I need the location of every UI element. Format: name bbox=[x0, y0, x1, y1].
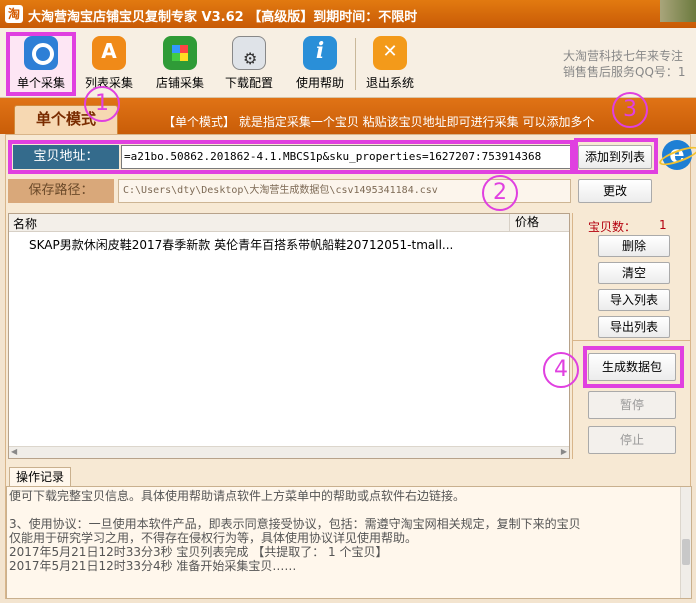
toolbar-label: 退出系统 bbox=[365, 76, 414, 90]
annotation-marker-3: 3 bbox=[612, 92, 648, 128]
table-header: 名称 价格 bbox=[9, 214, 569, 232]
list-collect-icon bbox=[92, 36, 126, 70]
toolbar-label: 使用帮助 bbox=[295, 76, 344, 90]
title-corner-image bbox=[660, 0, 696, 22]
side-panel-divider bbox=[572, 340, 690, 341]
promo-line-2: 销售售后服务QQ号：1 bbox=[563, 65, 686, 79]
toolbar-shop-collect-button[interactable]: 店铺采集 bbox=[147, 34, 213, 94]
toolbar-exit-button[interactable]: 退出系统 bbox=[357, 34, 423, 94]
horizontal-scrollbar[interactable]: ◀ ▶ bbox=[9, 446, 569, 458]
row-item-name: SKAP男款休闲皮鞋2017春季新款 英伦青年百搭系带帆船鞋20712051-t… bbox=[29, 238, 454, 252]
stop-button[interactable]: 停止 bbox=[588, 426, 676, 454]
magnifier-icon bbox=[24, 36, 58, 70]
item-count-value: 1 bbox=[659, 218, 667, 232]
log-line: 2017年5月21日12时33分4秒 准备开始采集宝贝…… bbox=[9, 559, 297, 573]
table-row[interactable]: SKAP男款休闲皮鞋2017春季新款 英伦青年百搭系带帆船鞋20712051-t… bbox=[9, 234, 569, 252]
annotation-marker-4: 4 bbox=[543, 352, 579, 388]
annotation-marker-2: 2 bbox=[482, 175, 518, 211]
toolbar-download-config-button[interactable]: 下载配置 bbox=[216, 34, 282, 94]
log-line: 2017年5月21日12时33分3秒 宝贝列表完成 【共提取了： 1 个宝贝】 bbox=[9, 545, 388, 559]
item-count-label: 宝贝数： bbox=[588, 220, 637, 234]
scroll-right-icon[interactable]: ▶ bbox=[561, 447, 567, 456]
mode-description: 【单个模式】 就是指定采集一个宝贝 粘贴该宝贝地址即可进行采集 可以添加多个 bbox=[163, 115, 595, 129]
promo-text: 大淘营科技七年来专注 销售售后服务QQ号：1 bbox=[563, 48, 686, 80]
promo-line-1: 大淘营科技七年来专注 bbox=[563, 49, 684, 63]
log-vertical-scrollbar[interactable] bbox=[680, 487, 691, 598]
item-table: 名称 价格 SKAP男款休闲皮鞋2017春季新款 英伦青年百搭系带帆船鞋2071… bbox=[8, 213, 570, 459]
column-header-price[interactable]: 价格 bbox=[509, 214, 569, 231]
url-label: 宝贝地址： bbox=[13, 145, 119, 169]
shop-icon bbox=[163, 36, 197, 70]
import-list-button[interactable]: 导入列表 bbox=[598, 289, 670, 311]
toolbar-single-collect-button[interactable]: 单个采集 bbox=[6, 32, 76, 96]
exit-icon bbox=[373, 36, 407, 70]
generate-package-button[interactable]: 生成数据包 bbox=[588, 353, 676, 381]
change-path-button[interactable]: 更改 bbox=[578, 179, 652, 203]
toolbar-label: 下载配置 bbox=[224, 76, 273, 90]
toolbar-label: 单个采集 bbox=[16, 76, 65, 90]
add-to-list-button[interactable]: 添加到列表 bbox=[578, 145, 652, 169]
column-header-name[interactable]: 名称 bbox=[13, 215, 37, 232]
save-path-label: 保存路径： bbox=[8, 179, 114, 203]
pause-button[interactable]: 暂停 bbox=[588, 391, 676, 419]
annotation-marker-1: 1 bbox=[84, 86, 120, 122]
tab-operation-log[interactable]: 操作记录 bbox=[9, 467, 71, 487]
log-line: 仅能用于研究学习之用，不得存在侵权行为等，具体使用协议详见使用帮助。 bbox=[9, 531, 418, 545]
window-title: 大淘营淘宝店铺宝贝复制专家 V3.62 【高级版】到期时间：不限时 bbox=[28, 10, 418, 25]
delete-button[interactable]: 删除 bbox=[598, 235, 670, 257]
title-bar: 淘 大淘营淘宝店铺宝贝复制专家 V3.62 【高级版】到期时间：不限时 bbox=[0, 0, 696, 28]
scrollbar-thumb[interactable] bbox=[682, 539, 690, 565]
app-logo-icon: 淘 bbox=[5, 5, 23, 23]
scroll-left-icon[interactable]: ◀ bbox=[11, 447, 17, 456]
toolbar-divider bbox=[355, 38, 356, 90]
browser-ie-icon[interactable]: e bbox=[662, 140, 692, 170]
toolbar-help-button[interactable]: 使用帮助 bbox=[287, 34, 353, 94]
export-list-button[interactable]: 导出列表 bbox=[598, 316, 670, 338]
download-config-icon bbox=[232, 36, 266, 70]
clear-button[interactable]: 清空 bbox=[598, 262, 670, 284]
help-icon bbox=[303, 36, 337, 70]
toolbar-label: 店铺采集 bbox=[155, 76, 204, 90]
log-line bbox=[9, 503, 675, 517]
item-url-input[interactable]: =a21bo.50862.201862-4.1.MBCS1p&sku_prope… bbox=[121, 145, 573, 169]
log-line: 3、使用协议：一旦使用本软件产品，即表示同意接受协议，包括：需遵守淘宝网相关规定… bbox=[9, 517, 581, 531]
operation-log: 便可下载完整宝贝信息。具体使用帮助请点软件上方菜单中的帮助或点软件右边链接。 3… bbox=[6, 486, 692, 599]
toolbar-list-collect-button[interactable]: 列表采集 bbox=[76, 34, 142, 94]
log-line: 便可下载完整宝贝信息。具体使用帮助请点软件上方菜单中的帮助或点软件右边链接。 bbox=[9, 489, 466, 503]
